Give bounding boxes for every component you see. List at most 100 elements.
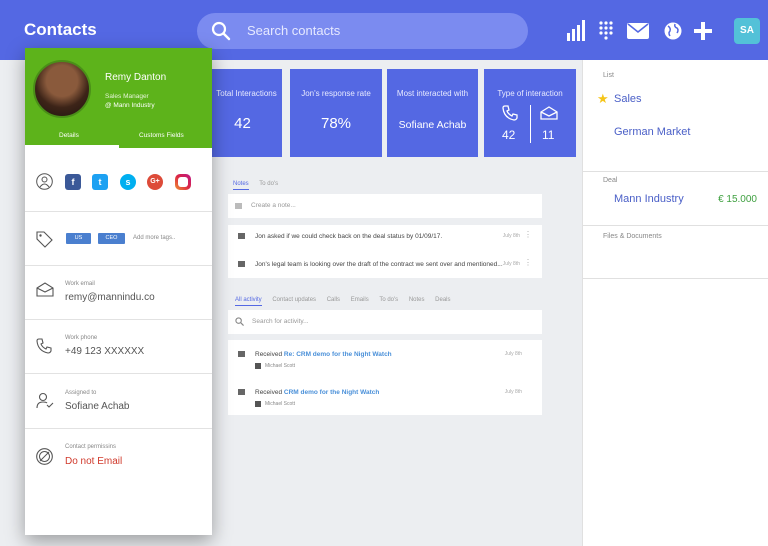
activity-search-input[interactable]: Search for activity... <box>228 310 542 334</box>
skype-icon[interactable]: s <box>120 174 136 190</box>
list-item-german-market[interactable]: German Market <box>614 126 690 138</box>
google-plus-icon[interactable]: G+ <box>147 174 163 190</box>
note-date: July 8th <box>502 233 520 239</box>
activity-item[interactable]: Received Re: CRM demo for the Night Watc… <box>228 349 542 375</box>
activity-search-placeholder: Search for activity... <box>252 318 309 325</box>
tab-details[interactable]: Details <box>59 132 79 139</box>
vertical-divider <box>530 105 531 143</box>
side-panel: List ★ Sales German Market Deal Mann Ind… <box>582 60 768 546</box>
more-options-icon[interactable]: ⋮ <box>524 258 532 267</box>
activity-subject[interactable]: CRM demo for the Night Watch <box>284 389 379 396</box>
tab-contact-updates[interactable]: Contact updates <box>272 297 316 303</box>
deal-name[interactable]: Mann Industry <box>614 193 684 205</box>
files-label: Files & Documents <box>603 233 662 240</box>
stat-value: 78% <box>320 115 352 132</box>
note-icon <box>238 233 245 239</box>
email-icon <box>238 389 245 395</box>
contact-company[interactable]: @ Mann Industry <box>105 102 155 109</box>
note-item[interactable]: Jon asked if we could check back on the … <box>228 225 542 249</box>
list-item-sales[interactable]: Sales <box>614 93 642 105</box>
calls-count: 42 <box>502 128 516 142</box>
note-icon <box>235 203 242 209</box>
tab-calls[interactable]: Calls <box>327 297 340 303</box>
work-phone-label: Work phone <box>65 335 98 341</box>
user-avatar[interactable]: SA <box>734 18 760 44</box>
globe-icon[interactable] <box>664 22 682 40</box>
bar-chart-icon[interactable] <box>567 20 585 41</box>
permissions-section: Contact permissins Do not Email <box>25 429 212 483</box>
stat-value: Sofiane Achab <box>398 119 467 131</box>
email-icon <box>36 282 54 297</box>
stat-label: Type of interaction <box>497 89 563 98</box>
add-tags-link[interactable]: Add more tags.. <box>133 235 175 241</box>
stat-label: Jon's response rate <box>301 89 371 98</box>
work-phone-section: Work phone +49 123 XXXXXX <box>25 320 212 374</box>
tag-ceo[interactable]: CEO <box>98 233 125 244</box>
phone-icon <box>36 338 52 354</box>
assigned-section: Assigned to Sofiane Achab <box>25 374 212 429</box>
activity-date: July 8th <box>504 351 522 357</box>
user-avatar <box>255 401 261 407</box>
search-input[interactable]: Search contacts <box>197 13 528 49</box>
work-email-label: Work email <box>65 281 95 287</box>
more-options-icon[interactable]: ⋮ <box>524 230 532 239</box>
tab-all-activity[interactable]: All activity <box>235 297 262 306</box>
assigned-value[interactable]: Sofiane Achab <box>65 401 130 412</box>
tab-todos[interactable]: To do's <box>259 181 278 187</box>
search-icon <box>235 317 244 326</box>
tab-deals[interactable]: Deals <box>435 297 450 303</box>
tab-notes[interactable]: Notes <box>233 181 249 190</box>
tab-custom-fields[interactable]: Customs Fields <box>139 132 184 139</box>
stat-label: Most interacted with <box>396 89 469 98</box>
twitter-icon[interactable]: t <box>92 174 108 190</box>
deal-label: Deal <box>603 177 618 184</box>
work-phone-value[interactable]: +49 123 XXXXXX <box>65 346 144 357</box>
activity-item[interactable]: Received CRM demo for the Night Watch Ju… <box>228 387 542 413</box>
activity-subject[interactable]: Re: CRM demo for the Night Watch <box>284 351 392 358</box>
notes-tabs: Notes To do's <box>233 181 287 190</box>
tab-activity-notes[interactable]: Notes <box>409 297 425 303</box>
dialpad-icon[interactable] <box>599 21 613 41</box>
emails-count: 11 <box>542 128 555 142</box>
contact-photo <box>33 60 91 118</box>
assigned-user-icon <box>36 392 54 409</box>
email-icon <box>540 106 558 120</box>
note-text: Jon asked if we could check back on the … <box>255 233 443 240</box>
activity-prefix: Received <box>255 389 283 396</box>
activity-tabs: All activity Contact updates Calls Email… <box>235 297 460 306</box>
stat-card-most-interacted: Most interacted with Sofiane Achab <box>387 69 478 157</box>
files-section: Files & Documents <box>583 226 768 279</box>
contact-role: Sales Manager <box>105 93 149 100</box>
work-email-section: Work email remy@mannindu.co <box>25 266 212 320</box>
activity-list: Received Re: CRM demo for the Night Watc… <box>228 340 542 415</box>
create-note-input[interactable]: Create a note... <box>228 194 542 218</box>
permissions-value[interactable]: Do not Email <box>65 456 122 467</box>
plus-icon[interactable] <box>694 22 712 40</box>
phone-icon <box>502 105 518 121</box>
create-note-placeholder: Create a note... <box>251 202 296 209</box>
contact-header: Remy Danton Sales Manager @ Mann Industr… <box>25 48 212 148</box>
activity-text: Received Re: CRM demo for the Night Watc… <box>255 351 392 358</box>
stat-card-response-rate: Jon's response rate 78% <box>290 69 382 157</box>
contact-name: Remy Danton <box>105 72 167 83</box>
person-icon <box>36 173 53 190</box>
assigned-label: Assigned to <box>65 390 97 396</box>
search-icon <box>211 21 231 41</box>
star-icon: ★ <box>597 91 609 106</box>
tab-emails[interactable]: Emails <box>351 297 369 303</box>
activity-text: Received CRM demo for the Night Watch <box>255 389 379 396</box>
list-section: List ★ Sales German Market <box>583 60 768 172</box>
work-email-value[interactable]: remy@mannindu.co <box>65 292 155 303</box>
activity-user: Michael Scott <box>265 363 296 369</box>
activity-date: July 8th <box>504 389 522 395</box>
note-icon <box>238 261 245 267</box>
tab-activity-todos[interactable]: To do's <box>379 297 398 303</box>
facebook-icon[interactable]: f <box>65 174 81 190</box>
notes-list: Jon asked if we could check back on the … <box>228 225 542 278</box>
user-avatar <box>255 363 261 369</box>
search-placeholder: Search contacts <box>247 23 341 38</box>
instagram-icon[interactable] <box>175 174 191 190</box>
note-item[interactable]: Jon's legal team is looking over the dra… <box>228 253 542 277</box>
tag-us[interactable]: US <box>66 233 91 244</box>
mail-icon[interactable] <box>627 23 649 39</box>
